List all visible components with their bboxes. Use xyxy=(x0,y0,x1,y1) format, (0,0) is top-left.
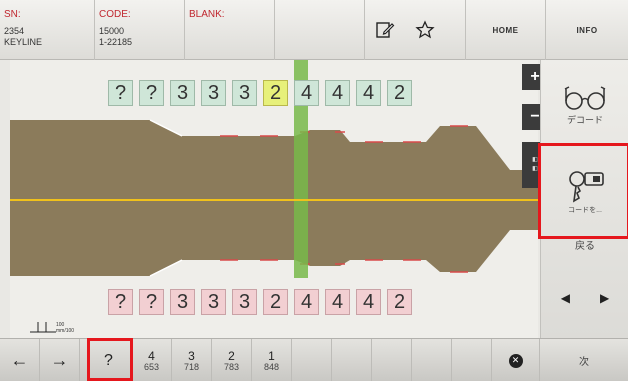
home-button[interactable]: HOME xyxy=(465,0,545,60)
bottom-cut-4[interactable]: 3 xyxy=(201,289,226,315)
bottom-cut-codes: ? ? 3 3 3 2 4 4 4 2 xyxy=(108,289,412,317)
depth-button-2[interactable]: 2 783 xyxy=(212,339,252,381)
clear-icon: ✕ xyxy=(508,353,523,368)
empty-slot xyxy=(332,339,372,381)
top-cut-5[interactable]: 3 xyxy=(232,80,257,106)
depth-number: 1 xyxy=(268,348,275,363)
clear-button[interactable]: ✕ xyxy=(492,339,540,381)
bottom-cut-5[interactable]: 3 xyxy=(232,289,257,315)
depth-button-4[interactable]: 4 653 xyxy=(132,339,172,381)
code-field: CODE: 15000 1-22185 xyxy=(95,0,185,60)
bottom-cut-2[interactable]: ? xyxy=(139,289,164,315)
top-cut-3[interactable]: 3 xyxy=(170,80,195,106)
sn-field: SN: 2354 KEYLINE xyxy=(0,0,95,60)
code-value-2: 1-22185 xyxy=(99,37,133,47)
top-cut-8[interactable]: 4 xyxy=(325,80,350,106)
empty-slot xyxy=(452,339,492,381)
decode-label: デコード xyxy=(566,114,603,125)
scale-ruler-icon xyxy=(30,322,56,333)
empty-slot xyxy=(372,339,412,381)
blank-field: BLANK: xyxy=(185,0,275,60)
depth-number: 3 xyxy=(188,348,195,363)
next-page-icon[interactable]: ▶ xyxy=(600,291,609,305)
blank-label: BLANK: xyxy=(189,9,225,20)
depth-value: 718 xyxy=(183,361,200,372)
header-empty xyxy=(275,0,365,60)
bottom-cut-3[interactable]: 3 xyxy=(170,289,195,315)
bottom-cut-9[interactable]: 4 xyxy=(356,289,381,315)
code-label: CODE: xyxy=(99,9,131,20)
bottom-cut-8[interactable]: 4 xyxy=(325,289,350,315)
empty-slot xyxy=(412,339,452,381)
bottom-cut-1[interactable]: ? xyxy=(108,289,133,315)
top-cut-2[interactable]: ? xyxy=(139,80,164,106)
empty-slot xyxy=(292,339,332,381)
key-profile-view: ? ? 3 3 3 2 4 4 4 2 ? ? 3 3 3 2 4 4 4 2 … xyxy=(10,60,548,338)
top-cut-10[interactable]: 2 xyxy=(387,80,412,106)
bottom-cut-7[interactable]: 4 xyxy=(294,289,319,315)
key-cutting-screen: SN: 2354 KEYLINE CODE: 15000 1-22185 BLA… xyxy=(0,0,628,381)
next-button[interactable]: 次 xyxy=(540,339,628,381)
top-cut-4[interactable]: 3 xyxy=(201,80,226,106)
depth-value: 848 xyxy=(263,361,280,372)
info-button[interactable]: INFO xyxy=(545,0,628,60)
right-arrow-icon: → xyxy=(50,350,69,370)
key-blade-shape xyxy=(10,120,538,276)
sn-model: KEYLINE xyxy=(4,37,43,47)
depth-number: 4 xyxy=(148,348,155,363)
top-cut-6[interactable]: 2 xyxy=(263,80,288,106)
bottom-cut-6[interactable]: 2 xyxy=(263,289,288,315)
top-cut-1[interactable]: ? xyxy=(108,80,133,106)
decode-button[interactable]: デコード xyxy=(541,70,628,140)
sn-value: 2354 xyxy=(4,26,25,36)
next-label: 次 xyxy=(579,357,589,368)
edit-note-icon[interactable] xyxy=(365,0,405,60)
highlight-code-button xyxy=(538,143,628,239)
prev-page-icon[interactable]: ◀ xyxy=(561,291,570,305)
right-arrow-button[interactable]: → xyxy=(40,339,80,381)
depth-value: 653 xyxy=(143,361,160,372)
top-cut-7[interactable]: 4 xyxy=(294,80,319,106)
glasses-icon xyxy=(564,85,606,110)
top-cut-9[interactable]: 4 xyxy=(356,80,381,106)
code-value: 15000 xyxy=(99,26,125,36)
depth-button-3[interactable]: 3 718 xyxy=(172,339,212,381)
depth-button-1[interactable]: 1 848 xyxy=(252,339,292,381)
page-nav: ◀ ▶ xyxy=(541,278,628,318)
scale-label: 100 mm/100 xyxy=(56,322,75,334)
highlight-question-button xyxy=(87,338,133,381)
star-icon[interactable] xyxy=(405,0,445,60)
sn-label: SN: xyxy=(4,9,21,20)
left-arrow-icon: ← xyxy=(10,350,29,370)
bottom-cut-10[interactable]: 2 xyxy=(387,289,412,315)
depth-value: 783 xyxy=(223,361,240,372)
header-bar: SN: 2354 KEYLINE CODE: 15000 1-22185 BLA… xyxy=(0,0,628,60)
left-arrow-button[interactable]: ← xyxy=(0,339,40,381)
depth-number: 2 xyxy=(228,348,235,363)
top-cut-codes: ? ? 3 3 3 2 4 4 4 2 xyxy=(108,80,412,108)
